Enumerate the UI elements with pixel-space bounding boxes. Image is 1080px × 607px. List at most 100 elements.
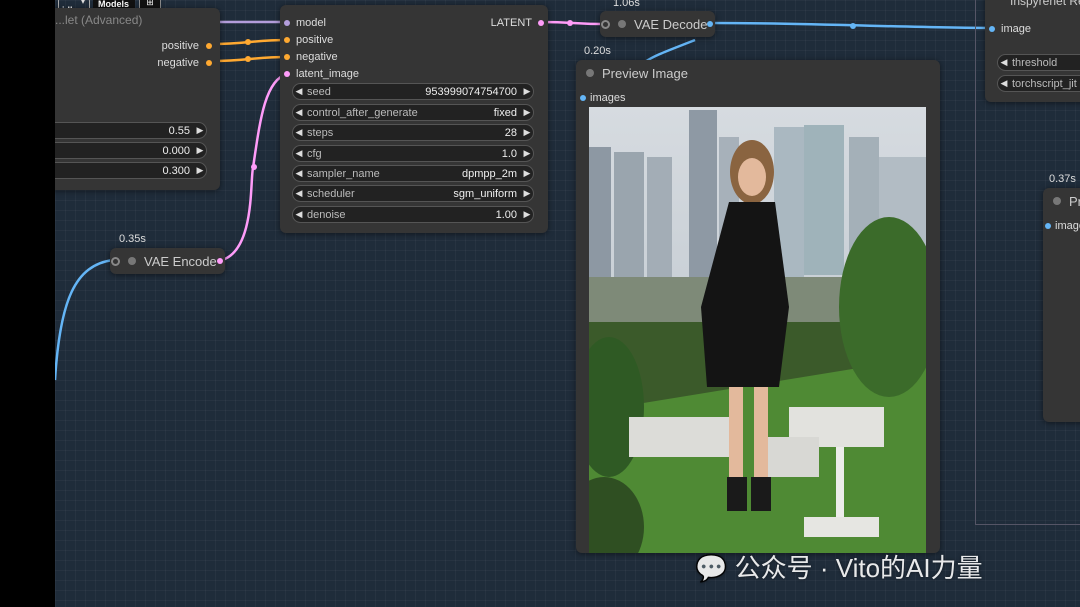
arrow-right-icon[interactable]: ▶ (521, 188, 533, 199)
node-status-dot (1053, 197, 1061, 205)
arrow-right-icon[interactable]: ▶ (194, 125, 206, 136)
input-model[interactable]: model (284, 17, 326, 29)
widget-scheduler[interactable]: ◀ scheduler sgm_uniform ▶ (292, 185, 534, 202)
output-latent-label: LATENT (490, 17, 532, 29)
advanced-widget-3[interactable]: 0.300 ▶ (55, 162, 207, 179)
advanced-conditioning-node[interactable]: ...let (Advanced) positive negative 0.55… (55, 8, 220, 190)
arrow-left-icon[interactable]: ◀ (998, 57, 1010, 68)
node-status-dot (128, 257, 136, 265)
chevron-down-icon: ▾ (81, 0, 86, 6)
vae-decode-input-dot[interactable] (601, 19, 610, 29)
arrow-right-icon[interactable]: ▶ (521, 107, 533, 118)
widget-scheduler-value: sgm_uniform (453, 187, 517, 200)
node-status-dot (618, 20, 626, 28)
widget-control-after-generate[interactable]: ◀ control_after_generate fixed ▶ (292, 104, 534, 121)
arrow-right-icon[interactable]: ▶ (521, 86, 533, 97)
arrow-right-icon[interactable]: ▶ (521, 148, 533, 159)
partial-input-image[interactable]: image (1045, 220, 1080, 232)
widget-seed-name: seed (307, 85, 331, 98)
input-images[interactable]: images (580, 92, 625, 104)
widget-control-after-generate-name: control_after_generate (307, 106, 418, 119)
widget-steps[interactable]: ◀ steps 28 ▶ (292, 124, 534, 141)
input-positive-dot[interactable] (284, 37, 290, 44)
vae-decode-output-dot[interactable] (707, 21, 713, 27)
input-model-dot[interactable] (284, 20, 290, 27)
widget-seed[interactable]: ◀ seed 953999074754700 ▶ (292, 83, 534, 100)
input-latent-image[interactable]: latent_image (284, 68, 359, 80)
partial-node-timing: 0.37s (1049, 173, 1076, 185)
vae-encode-node[interactable]: VAE Encode (110, 248, 225, 274)
output-negative[interactable]: negative (157, 57, 212, 69)
arrow-right-icon[interactable]: ▶ (521, 168, 533, 179)
input-negative-dot[interactable] (284, 54, 290, 61)
output-positive[interactable]: positive (162, 40, 212, 52)
widget-threshold[interactable]: ◀ threshold (997, 54, 1080, 71)
partial-node[interactable]: Pr image (1043, 188, 1080, 422)
arrow-left-icon[interactable]: ◀ (293, 209, 305, 220)
input-image-dot[interactable] (989, 26, 995, 33)
widget-torchscript-jit[interactable]: ◀ torchscript_jit (997, 75, 1080, 92)
widget-sampler-name-name: sampler_name (307, 167, 380, 180)
widget-cfg[interactable]: ◀ cfg 1.0 ▶ (292, 145, 534, 162)
input-image-label: image (1001, 23, 1031, 35)
arrow-left-icon[interactable]: ◀ (293, 127, 305, 138)
inspyrenet-node[interactable]: Inspyrenet Rembg image ◀threshold ◀torch… (985, 0, 1080, 102)
input-image[interactable]: image (989, 23, 1031, 35)
link-decode-preview (644, 38, 696, 64)
output-latent[interactable]: LATENT (491, 17, 544, 29)
input-images-label: images (590, 92, 626, 104)
advanced-node-title: ...let (Advanced) (55, 13, 143, 27)
output-negative-dot[interactable] (206, 60, 212, 67)
vae-encode-output-dot[interactable] (217, 258, 223, 264)
arrow-right-icon[interactable]: ▶ (521, 209, 533, 220)
vae-decode-title: VAE Decode (634, 16, 708, 32)
partial-input-image-dot[interactable] (1045, 223, 1051, 230)
arrow-left-icon[interactable]: ◀ (293, 148, 305, 159)
widget-denoise-value: 1.00 (495, 208, 517, 221)
widget-denoise[interactable]: ◀ denoise 1.00 ▶ (292, 206, 534, 223)
vae-decode-node[interactable]: VAE Decode (600, 11, 715, 37)
input-negative-label: negative (296, 51, 338, 63)
widget-threshold-name: threshold (1012, 56, 1058, 69)
input-positive-label: positive (296, 34, 334, 46)
partial-input-image-label: image (1055, 220, 1080, 232)
arrow-right-icon[interactable]: ▶ (194, 165, 206, 176)
vae-decode-timing: 1.06s (613, 0, 640, 9)
vae-encode-timing: 0.35s (119, 233, 146, 245)
advanced-widget-3-value: 0.300 (162, 164, 190, 177)
arrow-left-icon[interactable]: ◀ (293, 86, 305, 97)
arrow-left-icon[interactable]: ◀ (998, 78, 1010, 89)
input-images-dot[interactable] (580, 95, 586, 102)
arrow-left-icon[interactable]: ◀ (293, 168, 305, 179)
ksampler-node[interactable]: model positive negative latent_image LAT… (280, 5, 548, 233)
advanced-widget-2-value: 0.000 (162, 144, 190, 157)
save-icon: ⊞ (146, 0, 154, 7)
node-canvas[interactable]: idle ▾ Models ⊞ ...let (Advanced) positi… (55, 0, 1080, 607)
output-latent-dot[interactable] (538, 20, 544, 27)
widget-cfg-value: 1.0 (501, 147, 517, 160)
advanced-widget-2[interactable]: 0.000 ▶ (55, 142, 207, 159)
widget-scheduler-name: scheduler (307, 187, 355, 200)
preview-output-image[interactable] (589, 107, 926, 553)
arrow-left-icon[interactable]: ◀ (293, 107, 305, 118)
arrow-right-icon[interactable]: ▶ (194, 145, 206, 156)
widget-sampler-name-value: dpmpp_2m (461, 167, 517, 180)
preview-timing: 0.20s (584, 45, 611, 57)
preview-title: Preview Image (602, 65, 688, 81)
advanced-widget-1[interactable]: 0.55 ▶ (55, 122, 207, 139)
vae-encode-input-dot[interactable] (111, 256, 120, 266)
widget-cfg-name: cfg (307, 147, 322, 160)
arrow-left-icon[interactable]: ◀ (293, 188, 305, 199)
input-negative[interactable]: negative (284, 51, 338, 63)
widget-steps-value: 28 (504, 126, 517, 139)
widget-sampler-name[interactable]: ◀ sampler_name dpmpp_2m ▶ (292, 165, 534, 182)
widget-denoise-name: denoise (307, 208, 346, 221)
input-latent-image-dot[interactable] (284, 71, 290, 78)
input-positive[interactable]: positive (284, 34, 333, 46)
arrow-right-icon[interactable]: ▶ (521, 127, 533, 138)
wechat-icon: 💬 (695, 553, 728, 583)
preview-photo (589, 107, 926, 553)
output-positive-dot[interactable] (206, 43, 212, 50)
preview-image-node[interactable]: Preview Image images (576, 60, 940, 553)
input-latent-image-label: latent_image (296, 68, 359, 80)
